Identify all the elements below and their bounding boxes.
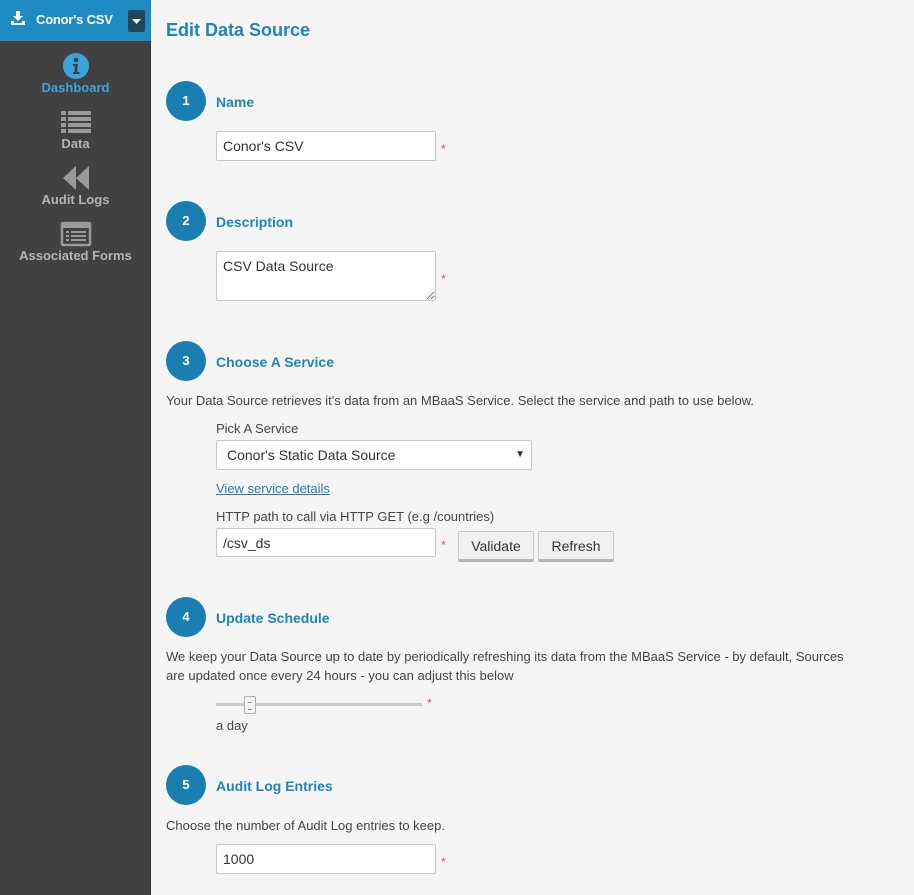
required-marker: * xyxy=(441,142,446,156)
schedule-value-label: a day xyxy=(216,718,248,733)
step-number-3: 3 xyxy=(166,341,206,381)
step-number-1: 1 xyxy=(166,81,206,121)
app-menu-toggle[interactable] xyxy=(128,10,145,32)
step-title-description: Description xyxy=(216,214,294,230)
service-select-value: Conor's Static Data Source xyxy=(227,447,396,463)
http-path-label: HTTP path to call via HTTP GET (e.g /cou… xyxy=(216,509,495,524)
pick-service-label: Pick A Service xyxy=(216,421,299,436)
nav-label-associated-forms: Associated Forms xyxy=(19,248,132,263)
step-number-4: 4 xyxy=(166,597,206,637)
required-marker: * xyxy=(441,272,446,286)
nav-label-dashboard: Dashboard xyxy=(41,80,110,95)
step-title-update-schedule: Update Schedule xyxy=(216,610,330,626)
page-title: Edit Data Source xyxy=(166,20,311,40)
required-marker: * xyxy=(441,855,446,869)
description-textarea[interactable]: CSV Data Source xyxy=(216,251,436,301)
view-service-details-link[interactable]: View service details xyxy=(216,481,330,496)
service-description: Your Data Source retrieves it's data fro… xyxy=(166,393,755,408)
required-marker: * xyxy=(441,538,446,552)
step-number-2: 2 xyxy=(166,201,206,241)
service-select[interactable]: Conor's Static Data Source ▼ xyxy=(216,440,532,470)
step-title-audit-log-entries: Audit Log Entries xyxy=(216,778,333,794)
nav-label-data: Data xyxy=(61,136,90,151)
sidebar: Conor's CSV Dashboard Data Audit Logs As… xyxy=(0,0,151,895)
nav-item-audit-logs[interactable]: Audit Logs xyxy=(0,164,151,207)
nav-item-dashboard[interactable]: Dashboard xyxy=(0,52,151,95)
chevron-down-icon xyxy=(132,19,141,24)
dropdown-arrow-icon: ▼ xyxy=(515,449,525,460)
app-title: Conor's CSV xyxy=(36,12,113,27)
nav-item-data[interactable]: Data xyxy=(0,108,151,151)
schedule-description-line1: We keep your Data Source up to date by p… xyxy=(166,649,844,664)
step-title-name: Name xyxy=(216,94,255,110)
nav-item-associated-forms[interactable]: Associated Forms xyxy=(0,220,151,263)
rewind-icon xyxy=(62,166,89,190)
validate-button[interactable]: Validate xyxy=(458,531,534,562)
schedule-slider-handle[interactable] xyxy=(244,696,256,714)
refresh-button[interactable]: Refresh xyxy=(538,531,614,562)
form-icon xyxy=(60,221,91,247)
audit-entries-input[interactable] xyxy=(216,844,436,874)
nav-label-audit-logs: Audit Logs xyxy=(41,192,110,207)
schedule-description-line2: are updated once every 24 hours - you ca… xyxy=(166,668,514,683)
list-icon xyxy=(60,111,91,133)
audit-description: Choose the number of Audit Log entries t… xyxy=(166,818,445,833)
http-path-input[interactable] xyxy=(216,528,436,557)
name-input[interactable] xyxy=(216,131,436,161)
step-title-choose-service: Choose A Service xyxy=(216,354,335,370)
step-number-5: 5 xyxy=(166,765,206,805)
info-icon xyxy=(62,53,89,79)
main-content: Edit Data Source 1 Name * 2 Description … xyxy=(151,0,914,895)
download-icon xyxy=(10,10,26,31)
required-marker: * xyxy=(427,696,432,710)
app-switcher[interactable]: Conor's CSV xyxy=(0,0,151,41)
